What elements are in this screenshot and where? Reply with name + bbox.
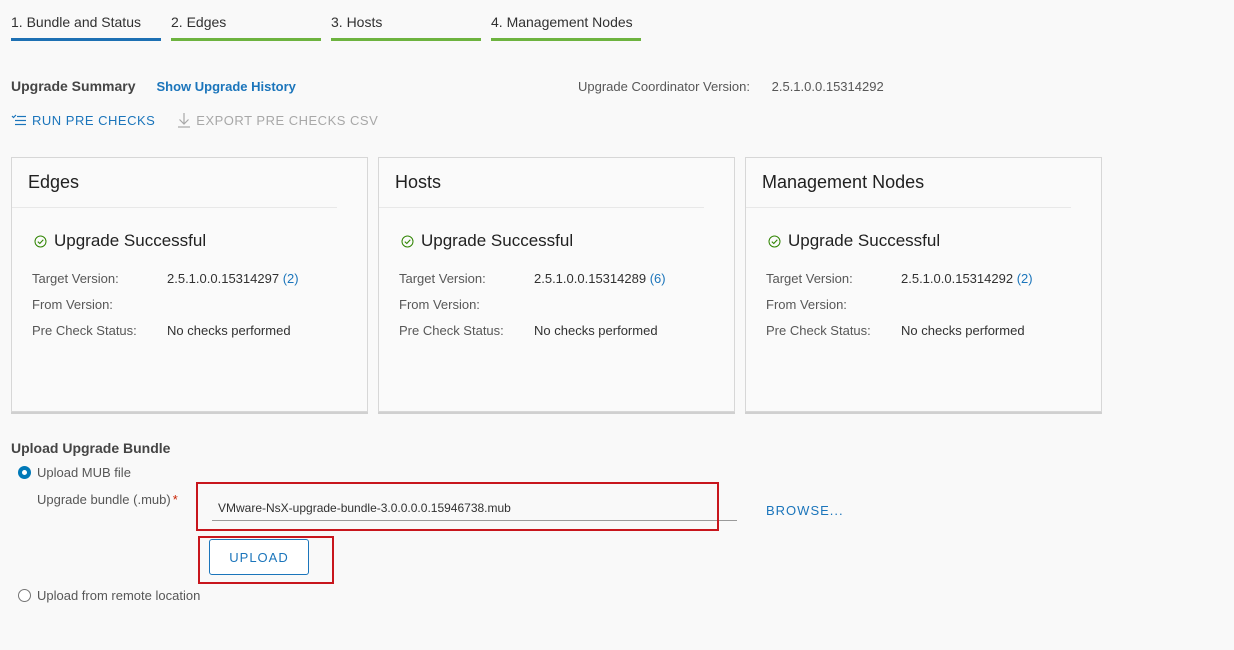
success-check-icon <box>34 235 47 247</box>
pre-check-status-row: Pre Check Status: No checks performed <box>12 317 367 343</box>
upgrade-bundle-input[interactable] <box>212 496 737 521</box>
card-title: Hosts <box>395 172 442 192</box>
target-version-value: 2.5.1.0.0.15314297 <box>167 270 280 286</box>
success-check-icon <box>401 235 414 247</box>
browse-button[interactable]: BROWSE... <box>766 503 844 518</box>
card-status: Upgrade Successful <box>12 208 367 251</box>
precheck-actions: RUN PRE CHECKS EXPORT PRE CHECKS CSV <box>11 112 378 128</box>
tab-label: 1. Bundle and Status <box>11 14 141 30</box>
coordinator-version-value: 2.5.1.0.0.15314292 <box>771 79 884 94</box>
upload-bundle-title: Upload Upgrade Bundle <box>11 440 171 456</box>
radio-selected-icon[interactable] <box>18 466 31 479</box>
show-upgrade-history-link[interactable]: Show Upgrade History <box>156 79 295 94</box>
wizard-tabs: 1. Bundle and Status 2. Edges 3. Hosts 4… <box>11 0 651 41</box>
tab-bundle-and-status[interactable]: 1. Bundle and Status <box>11 0 161 41</box>
upload-remote-location-label: Upload from remote location <box>37 588 201 603</box>
export-pre-checks-csv-label: EXPORT PRE CHECKS CSV <box>196 112 379 128</box>
card-status-text: Upgrade Successful <box>421 231 574 250</box>
tab-management-nodes[interactable]: 4. Management Nodes <box>491 0 641 41</box>
upgrade-summary-title: Upgrade Summary <box>11 78 136 94</box>
card-status: Upgrade Successful <box>746 208 1101 251</box>
pre-check-status-value: No checks performed <box>901 322 1025 338</box>
field-label-text: Upgrade bundle (.mub) <box>37 492 171 507</box>
upload-mub-file-label: Upload MUB file <box>37 465 131 480</box>
upgrade-bundle-field-label: Upgrade bundle (.mub) * <box>37 492 178 507</box>
from-version-label: From Version: <box>399 296 480 312</box>
tab-edges[interactable]: 2. Edges <box>171 0 321 41</box>
target-version-label: Target Version: <box>766 270 853 286</box>
coordinator-version-label: Upgrade Coordinator Version: <box>578 79 750 94</box>
edges-card: Edges Upgrade Successful Target Version:… <box>11 157 368 412</box>
required-marker: * <box>172 492 178 507</box>
target-version-value: 2.5.1.0.0.15314289 <box>534 270 647 286</box>
target-version-label: Target Version: <box>32 270 119 286</box>
success-check-icon <box>768 235 781 247</box>
from-version-row: From Version: <box>379 291 734 317</box>
upload-button[interactable]: UPLOAD <box>209 539 309 575</box>
pre-check-status-value: No checks performed <box>167 322 291 338</box>
target-version-count-link[interactable]: (6) <box>650 271 666 286</box>
from-version-label: From Version: <box>766 296 847 312</box>
run-pre-checks-label: RUN PRE CHECKS <box>32 112 156 128</box>
export-pre-checks-csv-button[interactable]: EXPORT PRE CHECKS CSV <box>177 112 378 128</box>
target-version-value: 2.5.1.0.0.15314292 <box>901 270 1014 286</box>
pre-check-status-row: Pre Check Status: No checks performed <box>746 317 1101 343</box>
target-version-count-link[interactable]: (2) <box>1017 271 1033 286</box>
target-version-count-link[interactable]: (2) <box>283 271 299 286</box>
target-version-row: Target Version: 2.5.1.0.0.15314289 (6) <box>379 265 734 291</box>
target-version-row: Target Version: 2.5.1.0.0.15314292 (2) <box>746 265 1101 291</box>
card-status-text: Upgrade Successful <box>788 231 941 250</box>
from-version-label: From Version: <box>32 296 113 312</box>
card-status-text: Upgrade Successful <box>54 231 207 250</box>
card-title: Management Nodes <box>762 172 925 192</box>
management-nodes-card: Management Nodes Upgrade Successful Targ… <box>745 157 1102 412</box>
tab-label: 3. Hosts <box>331 14 383 30</box>
pre-check-status-value: No checks performed <box>534 322 658 338</box>
tab-label: 2. Edges <box>171 14 227 30</box>
checklist-icon <box>11 114 26 126</box>
card-status: Upgrade Successful <box>379 208 734 251</box>
tab-hosts[interactable]: 3. Hosts <box>331 0 481 41</box>
target-version-row: Target Version: 2.5.1.0.0.15314297 (2) <box>12 265 367 291</box>
from-version-row: From Version: <box>12 291 367 317</box>
tab-label: 4. Management Nodes <box>491 14 633 30</box>
card-title: Edges <box>28 172 80 192</box>
run-pre-checks-button[interactable]: RUN PRE CHECKS <box>11 112 155 128</box>
hosts-card: Hosts Upgrade Successful Target Version:… <box>378 157 735 412</box>
coordinator-version: Upgrade Coordinator Version: 2.5.1.0.0.1… <box>578 79 884 94</box>
upload-mub-file-radio[interactable]: Upload MUB file <box>18 465 131 480</box>
pre-check-status-label: Pre Check Status: <box>399 322 504 338</box>
target-version-label: Target Version: <box>399 270 486 286</box>
pre-check-status-label: Pre Check Status: <box>32 322 137 338</box>
pre-check-status-label: Pre Check Status: <box>766 322 871 338</box>
download-icon <box>178 113 191 128</box>
upgrade-summary-header: Upgrade Summary Show Upgrade History <box>11 78 296 94</box>
from-version-row: From Version: <box>746 291 1101 317</box>
pre-check-status-row: Pre Check Status: No checks performed <box>379 317 734 343</box>
upload-remote-location-radio[interactable]: Upload from remote location <box>18 588 200 603</box>
radio-unselected-icon[interactable] <box>18 589 31 602</box>
